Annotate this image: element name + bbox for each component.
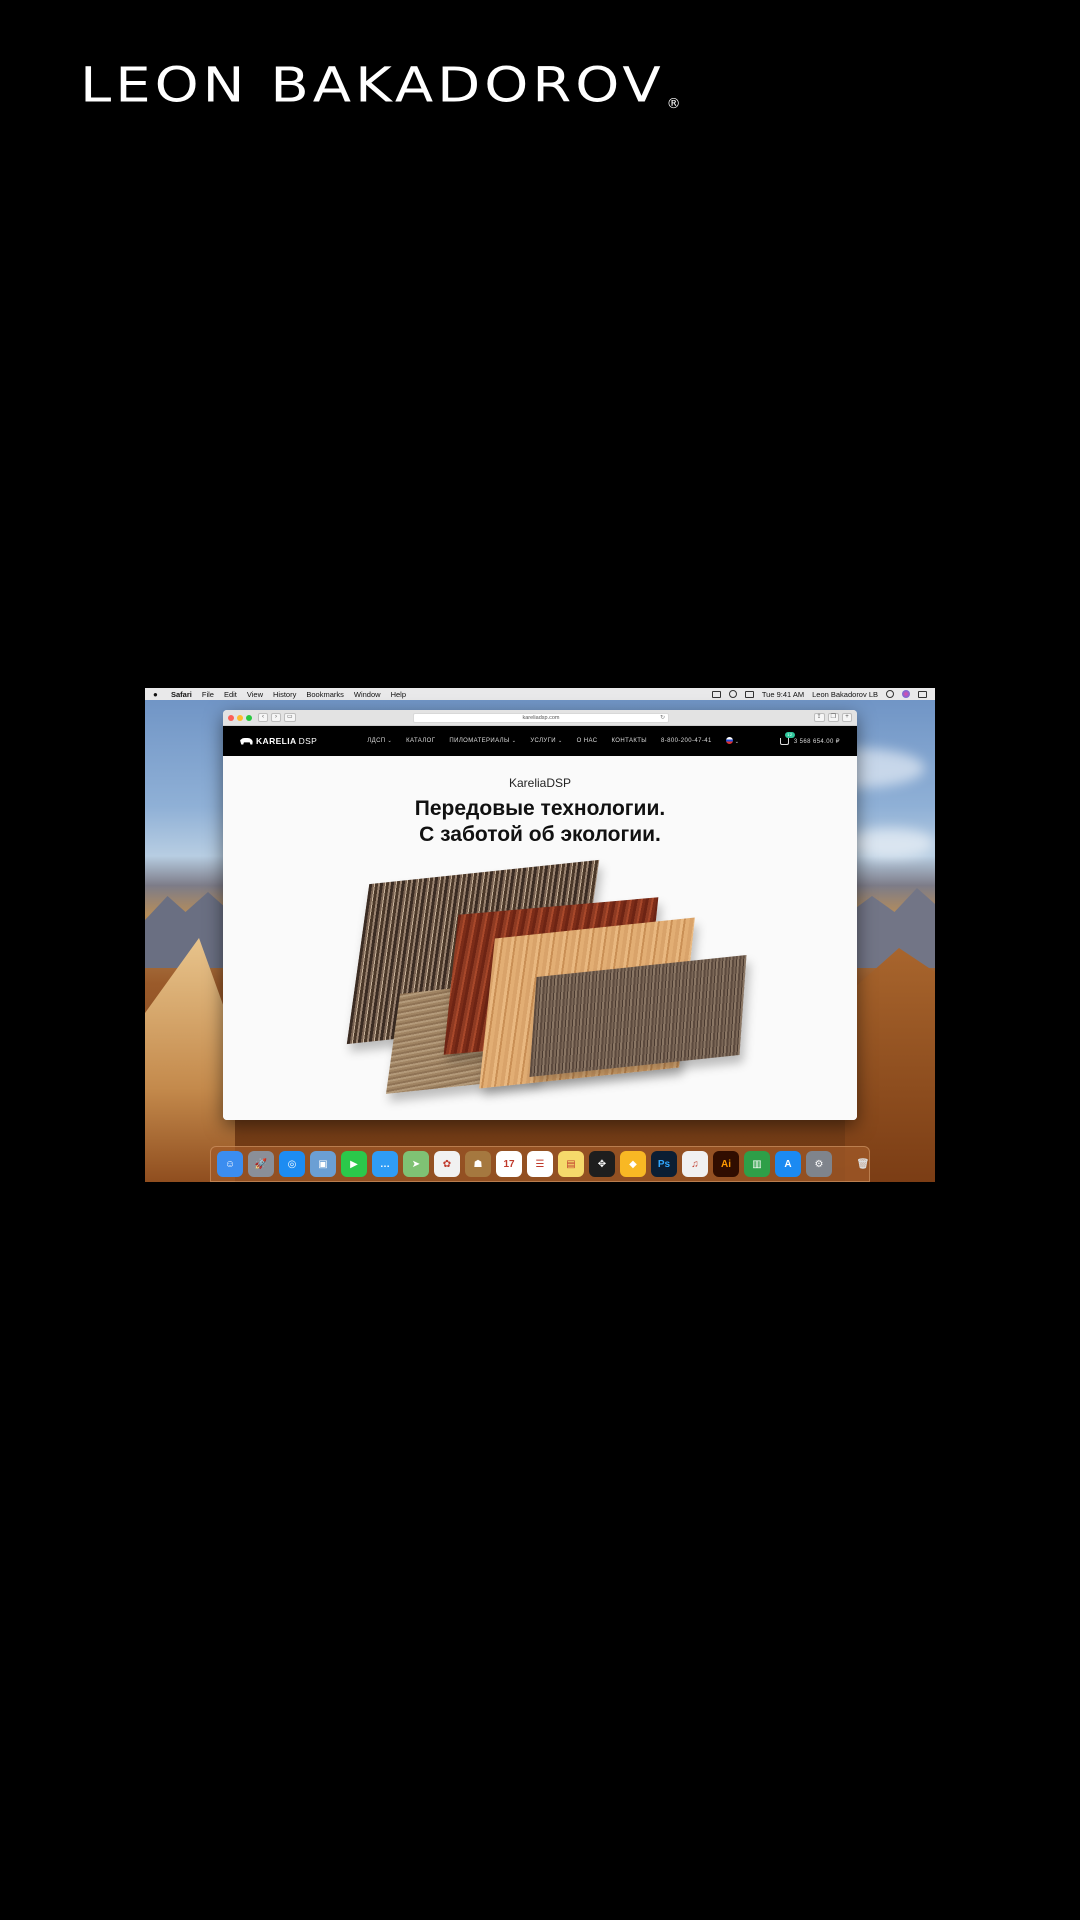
safari-toolbar: ‹ › ▭ kareliadsp.com ↻ ⇪ ❐ + [223, 710, 857, 726]
nav-about[interactable]: О НАС [577, 738, 598, 744]
address-bar[interactable]: kareliadsp.com ↻ [413, 713, 669, 723]
figma-icon[interactable]: ✥ [589, 1151, 615, 1177]
maps-icon[interactable]: ➤ [403, 1151, 429, 1177]
chevron-down-icon: ⌄ [387, 738, 393, 744]
safari-window: ‹ › ▭ kareliadsp.com ↻ ⇪ ❐ + KARELIA DSP… [223, 710, 857, 1120]
photos-icon[interactable]: ✿ [434, 1151, 460, 1177]
menubar-user[interactable]: Leon Bakadorov LB [812, 690, 878, 699]
illustrator-icon[interactable]: Ai [713, 1151, 739, 1177]
forward-button[interactable]: › [271, 713, 281, 722]
menu-edit[interactable]: Edit [224, 690, 237, 699]
share-icon[interactable]: ⇪ [813, 713, 825, 722]
close-window-button[interactable] [228, 714, 234, 721]
spotlight-icon[interactable] [886, 690, 894, 698]
finder-icon[interactable]: ☺ [217, 1151, 243, 1177]
chevron-down-icon: ⌄ [734, 738, 740, 745]
phone-number[interactable]: 8-800-200-47-41 [661, 738, 712, 744]
new-tab-icon[interactable]: + [842, 713, 852, 722]
cart-icon: 12 [779, 731, 795, 745]
app-store-icon[interactable]: A [775, 1151, 801, 1177]
facetime-icon[interactable]: ▶ [341, 1151, 367, 1177]
trash-icon[interactable]: 🗑 [850, 1151, 876, 1177]
wood-panel [529, 954, 747, 1078]
safari-icon[interactable]: ◎ [279, 1151, 305, 1177]
nav-catalog[interactable]: КАТАЛОГ [406, 738, 435, 744]
menubar-clock[interactable]: Tue 9:41 AM [762, 690, 804, 699]
site-navigation: KARELIA DSP ЛДСП ⌄ КАТАЛОГ ПИЛОМАТЕРИАЛЫ ⌄… [223, 726, 857, 756]
chevron-down-icon: ⌄ [511, 738, 517, 744]
nav-ldsp[interactable]: ЛДСП ⌄ [367, 738, 392, 744]
hero-section: KareliaDSP Передовые технологии. С забот… [223, 756, 857, 1120]
logo-text-bold: KARELIA [256, 736, 297, 746]
apple-icon[interactable]: ● [153, 690, 161, 699]
itunes-icon[interactable]: ♫ [682, 1151, 708, 1177]
minimize-window-button[interactable] [237, 714, 243, 721]
fullscreen-window-button[interactable] [246, 714, 252, 721]
menu-view[interactable]: View [247, 690, 263, 699]
site-logo[interactable]: KARELIA DSP [240, 736, 317, 746]
calendar-icon[interactable]: 17 [496, 1151, 522, 1177]
hero-subtitle: KareliaDSP [508, 776, 572, 790]
siri-icon[interactable] [902, 690, 910, 698]
mac-menubar: ● Safari File Edit View History Bookmark… [145, 688, 935, 700]
mac-dock: ☺ 🚀 ◎ ▣ ▶… ➤ ✿ ☗ 17 ☰ ▤ ✥ ◆ Ps ♫ Ai ▥ A ⚙ 🗑 [210, 1146, 870, 1182]
tabs-overview-icon[interactable]: ❐ [827, 713, 839, 722]
logo-text-light: DSP [298, 736, 318, 746]
nav-lumber[interactable]: ПИЛОМАТЕРИАЛЫ ⌄ [449, 738, 516, 744]
menu-history[interactable]: History [273, 690, 296, 699]
photoshop-icon[interactable]: Ps [651, 1151, 677, 1177]
cart-badge: 12 [784, 731, 795, 738]
messages-icon[interactable]: … [372, 1151, 398, 1177]
sidebar-toggle-icon[interactable]: ▭ [284, 713, 296, 722]
brand-name: LEON BAKADOROV [80, 57, 665, 114]
back-button[interactable]: ‹ [258, 713, 268, 722]
menu-help[interactable]: Help [391, 690, 406, 699]
reminders-icon[interactable]: ☰ [527, 1151, 553, 1177]
hero-title: Передовые технологии. С заботой об эколо… [223, 796, 857, 848]
notification-center-icon[interactable] [918, 690, 927, 698]
preview-icon[interactable]: ▣ [310, 1151, 336, 1177]
language-selector[interactable]: ⌄ [725, 737, 740, 745]
volume-icon[interactable] [744, 690, 754, 698]
menu-app-name[interactable]: Safari [171, 690, 192, 699]
nav-contacts[interactable]: КОНТАКТЫ [611, 738, 647, 744]
brand-logo: LEON BAKADOROV ® [80, 62, 681, 112]
registered-mark: ® [666, 96, 681, 112]
sketch-icon[interactable]: ◆ [620, 1151, 646, 1177]
cart[interactable]: 12 3 568 654.00 ₽ [779, 731, 840, 745]
menu-window[interactable]: Window [354, 690, 381, 699]
launchpad-icon[interactable]: 🚀 [248, 1151, 274, 1177]
url-text: kareliadsp.com [522, 715, 560, 721]
cart-total: 3 568 654.00 ₽ [793, 738, 840, 745]
numbers-icon[interactable]: ▥ [744, 1151, 770, 1177]
notes-icon[interactable]: ▤ [558, 1151, 584, 1177]
russian-flag-icon [725, 737, 733, 745]
cloud [845, 828, 935, 858]
menu-bookmarks[interactable]: Bookmarks [306, 690, 344, 699]
chevron-down-icon: ⌄ [557, 738, 563, 744]
contacts-icon[interactable]: ☗ [465, 1151, 491, 1177]
reload-icon[interactable]: ↻ [660, 714, 665, 722]
mac-desktop: ● Safari File Edit View History Bookmark… [145, 688, 935, 1182]
nav-services[interactable]: УСЛУГИ ⌄ [530, 738, 562, 744]
airplay-icon[interactable] [711, 690, 721, 698]
hero-title-line1: Передовые технологии. [414, 797, 666, 820]
menu-file[interactable]: File [202, 690, 214, 699]
bear-logo-icon [240, 737, 253, 745]
wifi-icon[interactable] [728, 690, 737, 698]
system-preferences-icon[interactable]: ⚙ [806, 1151, 832, 1177]
hero-title-line2: С заботой об экологии. [419, 823, 661, 846]
